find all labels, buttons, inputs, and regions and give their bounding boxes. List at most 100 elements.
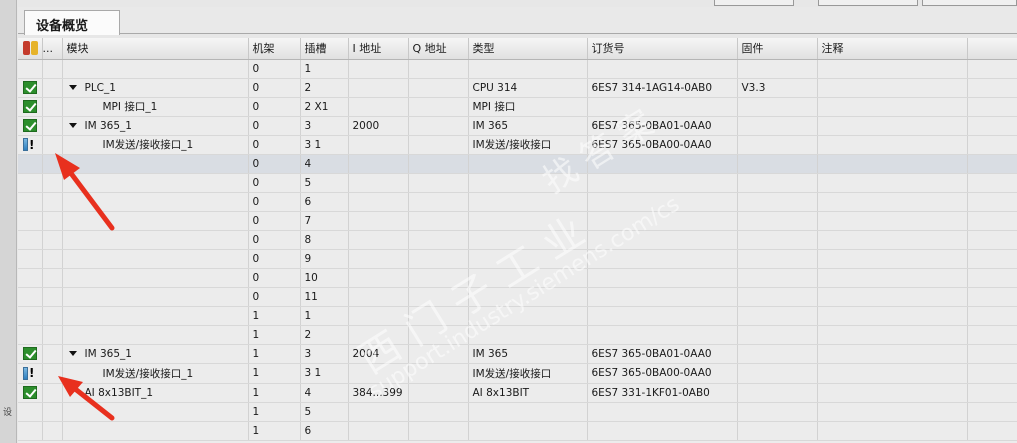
firmware-cell[interactable] [737,421,818,441]
firmware-cell[interactable] [737,268,818,288]
column-header-rack[interactable]: 机架 [248,38,301,60]
dots-cell[interactable] [42,325,63,345]
type-cell[interactable]: AI 8x13BIT [468,383,588,403]
slot-cell[interactable]: 11 [300,287,349,307]
q-address-cell[interactable] [408,230,469,250]
rack-cell[interactable]: 0 [248,268,301,288]
table-row[interactable]: ! IM发送/接收接口_1 1 3 1 IM发送/接收接口 6ES7 365-0BA00-… [18,363,1017,384]
i-address-cell[interactable] [348,173,409,193]
comment-cell[interactable] [817,268,968,288]
i-address-cell[interactable] [348,154,409,174]
tab-device-overview[interactable]: 设备概览 [24,10,120,35]
q-address-cell[interactable] [408,97,469,117]
order-number-cell[interactable] [587,325,738,345]
order-number-cell[interactable] [587,287,738,307]
q-address-cell[interactable] [408,211,469,231]
i-address-cell[interactable] [348,325,409,345]
dots-cell[interactable] [42,211,63,231]
column-header-status[interactable] [18,38,43,60]
comment-cell[interactable] [817,325,968,345]
column-header-more[interactable]: ... [42,38,63,60]
q-address-cell[interactable] [408,287,469,307]
dots-cell[interactable] [42,344,63,364]
status-cell[interactable] [18,154,43,174]
comment-cell[interactable] [817,211,968,231]
comment-cell[interactable] [817,78,968,98]
slot-cell[interactable]: 3 1 [300,135,349,155]
status-cell[interactable] [18,383,43,403]
comment-cell[interactable] [817,363,968,384]
table-row[interactable]: MPI 接口_1 0 2 X1 MPI 接口 [18,97,1017,117]
status-cell[interactable] [18,173,43,193]
q-address-cell[interactable] [408,135,469,155]
status-cell[interactable] [18,230,43,250]
type-cell[interactable] [468,402,588,422]
status-cell[interactable] [18,268,43,288]
module-cell[interactable] [62,421,249,441]
status-cell[interactable] [18,306,43,326]
table-row[interactable]: 06 [18,192,1017,212]
firmware-cell[interactable]: V3.3 [737,78,818,98]
type-cell[interactable]: CPU 314 [468,78,588,98]
module-cell[interactable]: PLC_1 [62,78,249,98]
firmware-cell[interactable] [737,116,818,136]
type-cell[interactable]: IM发送/接收接口 [468,135,588,155]
status-cell[interactable] [18,421,43,441]
table-row[interactable]: 05 [18,173,1017,193]
status-cell[interactable] [18,78,43,98]
column-header-module[interactable]: 模块 [62,38,249,60]
rack-cell[interactable]: 1 [248,421,301,441]
rack-cell[interactable]: 0 [248,173,301,193]
comment-cell[interactable] [817,402,968,422]
top-view-tab[interactable] [922,0,1017,6]
comment-cell[interactable] [817,192,968,212]
order-number-cell[interactable] [587,192,738,212]
i-address-cell[interactable] [348,249,409,269]
type-cell[interactable] [468,287,588,307]
order-number-cell[interactable] [587,154,738,174]
dots-cell[interactable] [42,154,63,174]
slot-cell[interactable]: 4 [300,383,349,403]
firmware-cell[interactable] [737,192,818,212]
dots-cell[interactable] [42,116,63,136]
expand-triangle-icon[interactable] [68,351,77,356]
module-cell[interactable] [62,154,249,174]
module-cell[interactable] [62,211,249,231]
column-header-comment[interactable]: 注释 [817,38,968,60]
i-address-cell[interactable] [348,421,409,441]
i-address-cell[interactable] [348,402,409,422]
firmware-cell[interactable] [737,59,818,79]
comment-cell[interactable] [817,230,968,250]
rack-cell[interactable]: 0 [248,211,301,231]
table-row[interactable]: 11 [18,306,1017,326]
dots-cell[interactable] [42,230,63,250]
table-row[interactable]: 0 10 [18,268,1017,288]
comment-cell[interactable] [817,154,968,174]
firmware-cell[interactable] [737,249,818,269]
firmware-cell[interactable] [737,306,818,326]
i-address-cell[interactable]: 384...399 [348,383,409,403]
type-cell[interactable] [468,249,588,269]
order-number-cell[interactable] [587,268,738,288]
i-address-cell[interactable] [348,363,409,384]
rack-cell[interactable]: 0 [248,78,301,98]
q-address-cell[interactable] [408,154,469,174]
slot-cell[interactable]: 1 [300,59,349,79]
firmware-cell[interactable] [737,363,818,384]
firmware-cell[interactable] [737,344,818,364]
module-cell[interactable] [62,249,249,269]
rack-cell[interactable]: 1 [248,383,301,403]
table-row[interactable]: ! IM发送/接收接口_1 0 3 1 IM发送/接收接口 6ES7 365-0BA00-… [18,135,1017,155]
type-cell[interactable] [468,154,588,174]
firmware-cell[interactable] [737,173,818,193]
column-header-order-number[interactable]: 订货号 [587,38,738,60]
status-cell[interactable]: ! [18,135,43,155]
comment-cell[interactable] [817,59,968,79]
order-number-cell[interactable]: 6ES7 365-0BA00-0AA0 [587,135,738,155]
rack-cell[interactable]: 0 [248,154,301,174]
expand-triangle-icon[interactable] [68,122,77,128]
dots-cell[interactable] [42,192,63,212]
q-address-cell[interactable] [408,268,469,288]
table-row[interactable]: 08 [18,230,1017,250]
module-cell[interactable]: IM发送/接收接口_1 [62,135,249,155]
